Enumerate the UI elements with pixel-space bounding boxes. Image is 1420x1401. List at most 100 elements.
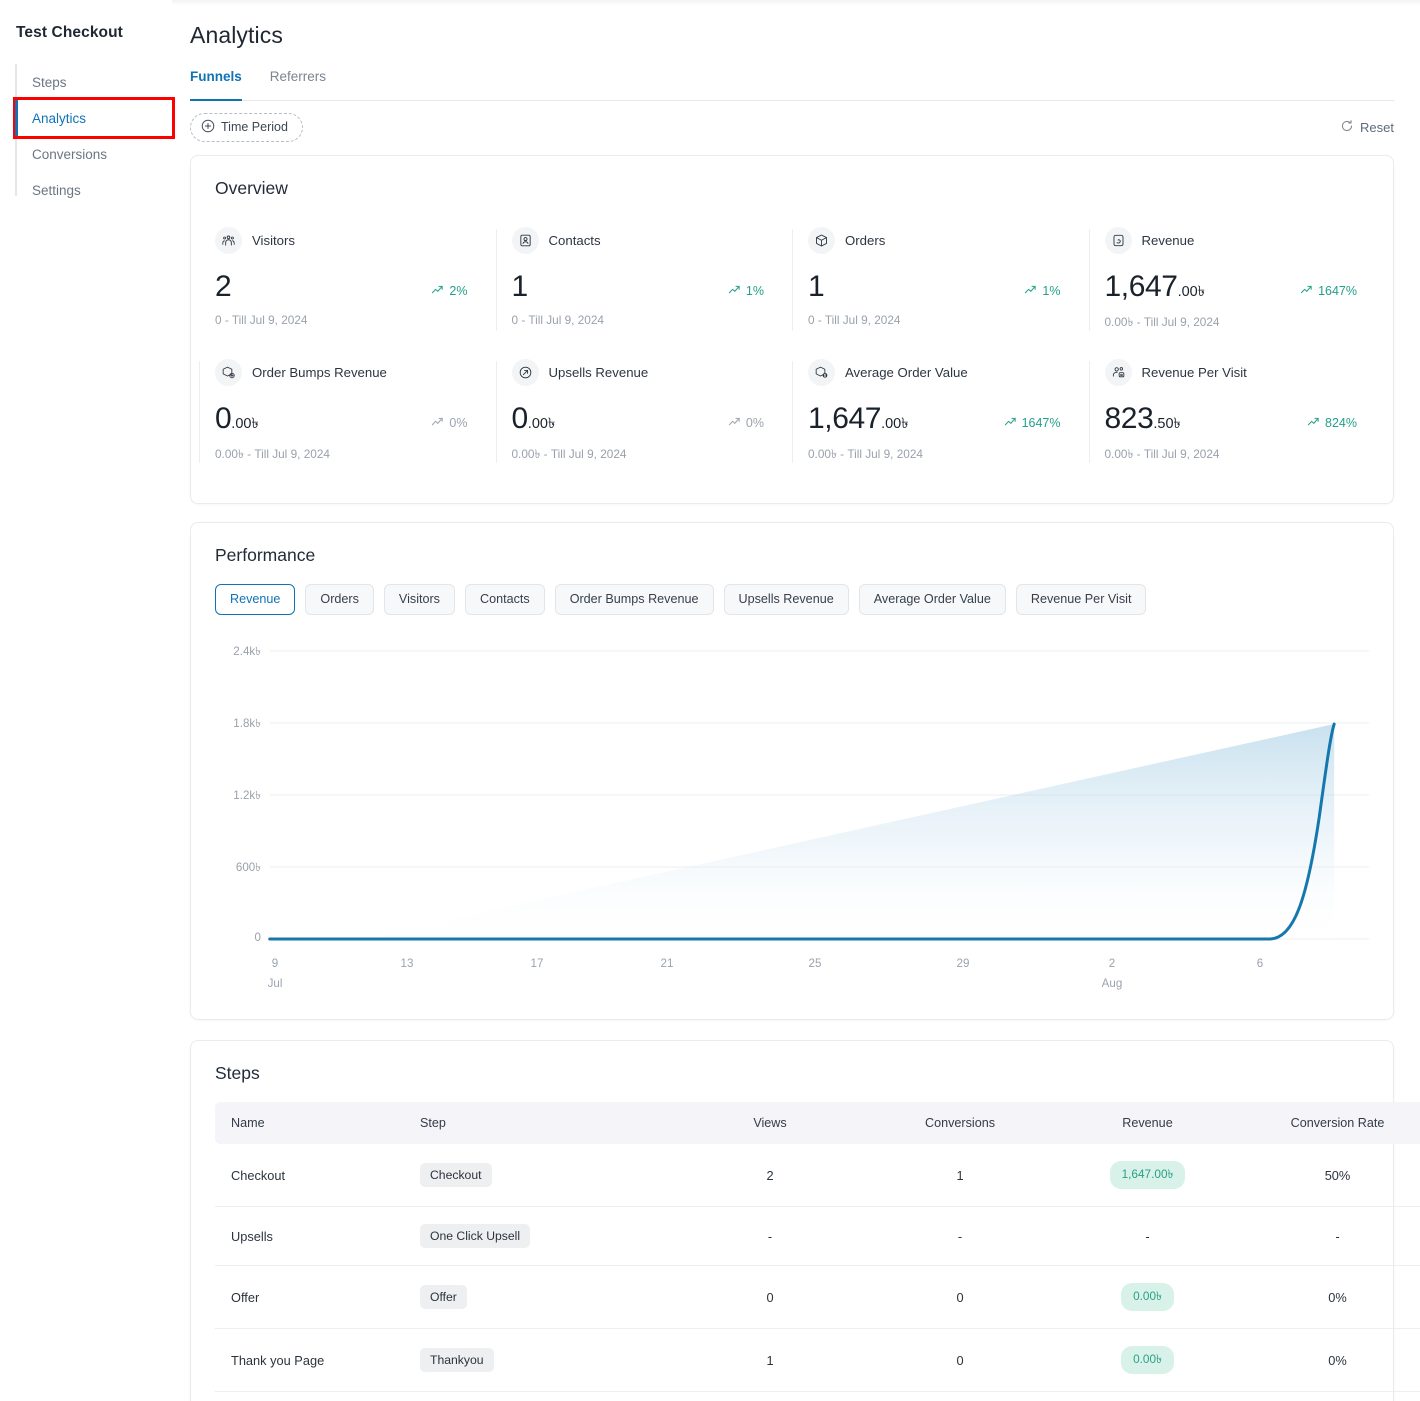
reset-button[interactable]: Reset — [1340, 119, 1394, 136]
upsells-icon — [511, 359, 539, 386]
order-bumps-icon — [215, 359, 242, 386]
metric-body: 1 1% — [808, 272, 1073, 302]
metric-label: Revenue — [1141, 233, 1195, 248]
metric-trend: 0% — [431, 415, 468, 434]
trend-up-icon — [728, 283, 741, 299]
step-chip: Checkout — [420, 1163, 492, 1188]
metric-body: 2 2% — [215, 272, 480, 302]
table-row[interactable]: Thank you Page Thankyou 1 0 0.00৳ 0% — [215, 1328, 1420, 1393]
refresh-icon — [1340, 119, 1354, 136]
filter-revenue-per-visit[interactable]: Revenue Per Visit — [1015, 584, 1147, 616]
cell-name: Thank you Page — [215, 1328, 410, 1393]
metric-subtext: 0 - Till Jul 9, 2024 — [215, 313, 308, 327]
reset-label: Reset — [1360, 119, 1394, 135]
cell-conversions: - — [865, 1206, 1055, 1267]
metric-value: 823.50৳ — [1104, 402, 1181, 435]
trend-value: 0% — [745, 416, 764, 430]
overview-metrics-grid: Visitors 2 2% 0 - Till Jul 9, 2024 Conta… — [191, 199, 1393, 477]
metric-trend: 1647% — [1300, 283, 1357, 302]
cell-revenue: 1,647.00৳ — [1055, 1144, 1240, 1208]
metric-subtext: 0.00৳ - Till Jul 9, 2024 — [215, 447, 330, 461]
page-title: Analytics — [190, 22, 283, 48]
metric-subtext: 0.00৳ - Till Jul 9, 2024 — [1104, 315, 1220, 329]
step-chip: Thankyou — [420, 1348, 494, 1373]
metric-trend: 1% — [728, 283, 764, 302]
metric-label: Orders — [845, 233, 886, 248]
filter-orders[interactable]: Orders — [305, 584, 374, 616]
metric-revenue-per-visit: Revenue Per Visit 823.50৳ 824% 0.00৳ - T… — [1088, 345, 1386, 477]
metric-header: Visitors — [215, 227, 480, 254]
cell-views: 1 — [675, 1328, 865, 1393]
tab-referrers[interactable]: Referrers — [270, 69, 326, 100]
cell-conversion-rate: 50% — [1240, 1144, 1420, 1208]
cell-conversion-rate: 0% — [1240, 1265, 1420, 1330]
metric-value: 0.00৳ — [511, 402, 556, 435]
step-chip: Offer — [420, 1285, 467, 1310]
visitors-icon — [215, 227, 242, 254]
metric-body: 1 1% — [512, 272, 777, 302]
tab-label: Funnels — [190, 69, 242, 84]
metric-body: 0.00৳ 0% — [215, 404, 480, 434]
filter-contacts[interactable]: Contacts — [464, 584, 545, 616]
metric-header: Order Bumps Revenue — [215, 359, 480, 386]
table-row[interactable]: Checkout Checkout 2 1 1,647.00৳ 50% — [215, 1144, 1420, 1208]
cell-name: Offer — [215, 1265, 410, 1330]
filter-average-order-value[interactable]: Average Order Value — [858, 584, 1006, 616]
revenue-chip: 0.00৳ — [1121, 1346, 1174, 1375]
metric-value: 1,647.00৳ — [1104, 270, 1205, 303]
revenue-icon — [1104, 227, 1132, 254]
trend-value: 1647% — [1318, 284, 1357, 298]
filter-order-bumps-revenue[interactable]: Order Bumps Revenue — [554, 584, 714, 616]
sidebar-title: Test Checkout — [16, 24, 123, 41]
metric-contacts: Contacts 1 1% 0 - Till Jul 9, 2024 — [495, 213, 793, 345]
metric-value: 2 — [215, 270, 232, 303]
metric-header: Average Order Value — [808, 359, 1073, 386]
metric-header: Contacts — [511, 227, 777, 254]
trend-up-icon — [1024, 283, 1037, 299]
cell-conversions: 0 — [865, 1265, 1055, 1330]
column-header-name: Name — [231, 1116, 265, 1131]
time-period-button[interactable]: Time Period — [190, 112, 303, 142]
sidebar-item-analytics[interactable]: Analytics — [13, 97, 175, 139]
revenue-chip: 0.00৳ — [1121, 1283, 1174, 1312]
filter-visitors[interactable]: Visitors — [383, 584, 455, 616]
metric-trend: 1647% — [1004, 415, 1061, 434]
trend-up-icon — [431, 415, 444, 431]
sidebar-item-steps[interactable]: Steps — [16, 64, 172, 100]
metric-header: Upsells Revenue — [511, 359, 777, 386]
cell-conversion-rate: 0% — [1240, 1328, 1420, 1393]
metric-label: Upsells Revenue — [548, 365, 649, 380]
time-period-label: Time Period — [221, 120, 288, 134]
metric-subtext: 0 - Till Jul 9, 2024 — [808, 313, 901, 327]
trend-up-icon — [1307, 415, 1320, 431]
steps-table-body: Checkout Checkout 2 1 1,647.00৳ 50% Upse… — [215, 1144, 1420, 1393]
revenue-per-visit-icon — [1104, 359, 1132, 386]
metric-header: Revenue Per Visit — [1104, 359, 1370, 386]
metric-revenue: Revenue 1,647.00৳ 1647% 0.00৳ - Till Jul… — [1088, 213, 1386, 345]
trend-up-icon — [1300, 283, 1313, 299]
tab-funnels[interactable]: Funnels — [190, 69, 242, 101]
sidebar-item-settings[interactable]: Settings — [16, 172, 172, 208]
table-row[interactable]: Upsells One Click Upsell - - - - — [215, 1206, 1420, 1267]
trend-value: 2% — [449, 284, 468, 298]
metric-label: Order Bumps Revenue — [252, 365, 387, 380]
filter-upsells-revenue[interactable]: Upsells Revenue — [723, 584, 849, 616]
filter-revenue[interactable]: Revenue — [215, 584, 296, 616]
metric-visitors: Visitors 2 2% 0 - Till Jul 9, 2024 — [199, 213, 496, 345]
metric-body: 1,647.00৳ 1647% — [808, 404, 1073, 434]
metric-trend: 2% — [431, 283, 468, 302]
column-header-views: Views — [753, 1116, 787, 1131]
analytics-page: Test Checkout Steps Analytics Conversion… — [0, 0, 1420, 1401]
cell-views: 0 — [675, 1265, 865, 1330]
trend-up-icon — [728, 415, 741, 431]
table-row[interactable]: Offer Offer 0 0 0.00৳ 0% — [215, 1265, 1420, 1330]
metric-subtext: 0.00৳ - Till Jul 9, 2024 — [1104, 447, 1220, 461]
trend-up-icon — [431, 283, 444, 299]
cell-conversions: 0 — [865, 1328, 1055, 1393]
trend-up-icon — [1004, 415, 1017, 431]
sidebar-item-conversions[interactable]: Conversions — [16, 136, 172, 172]
cell-step: Thankyou — [410, 1328, 675, 1393]
cell-views: - — [675, 1206, 865, 1267]
steps-card: Steps Name Step Views Conversions Revenu… — [190, 1040, 1420, 1401]
performance-card: Performance Revenue Orders Visitors Cont… — [190, 522, 1394, 1021]
